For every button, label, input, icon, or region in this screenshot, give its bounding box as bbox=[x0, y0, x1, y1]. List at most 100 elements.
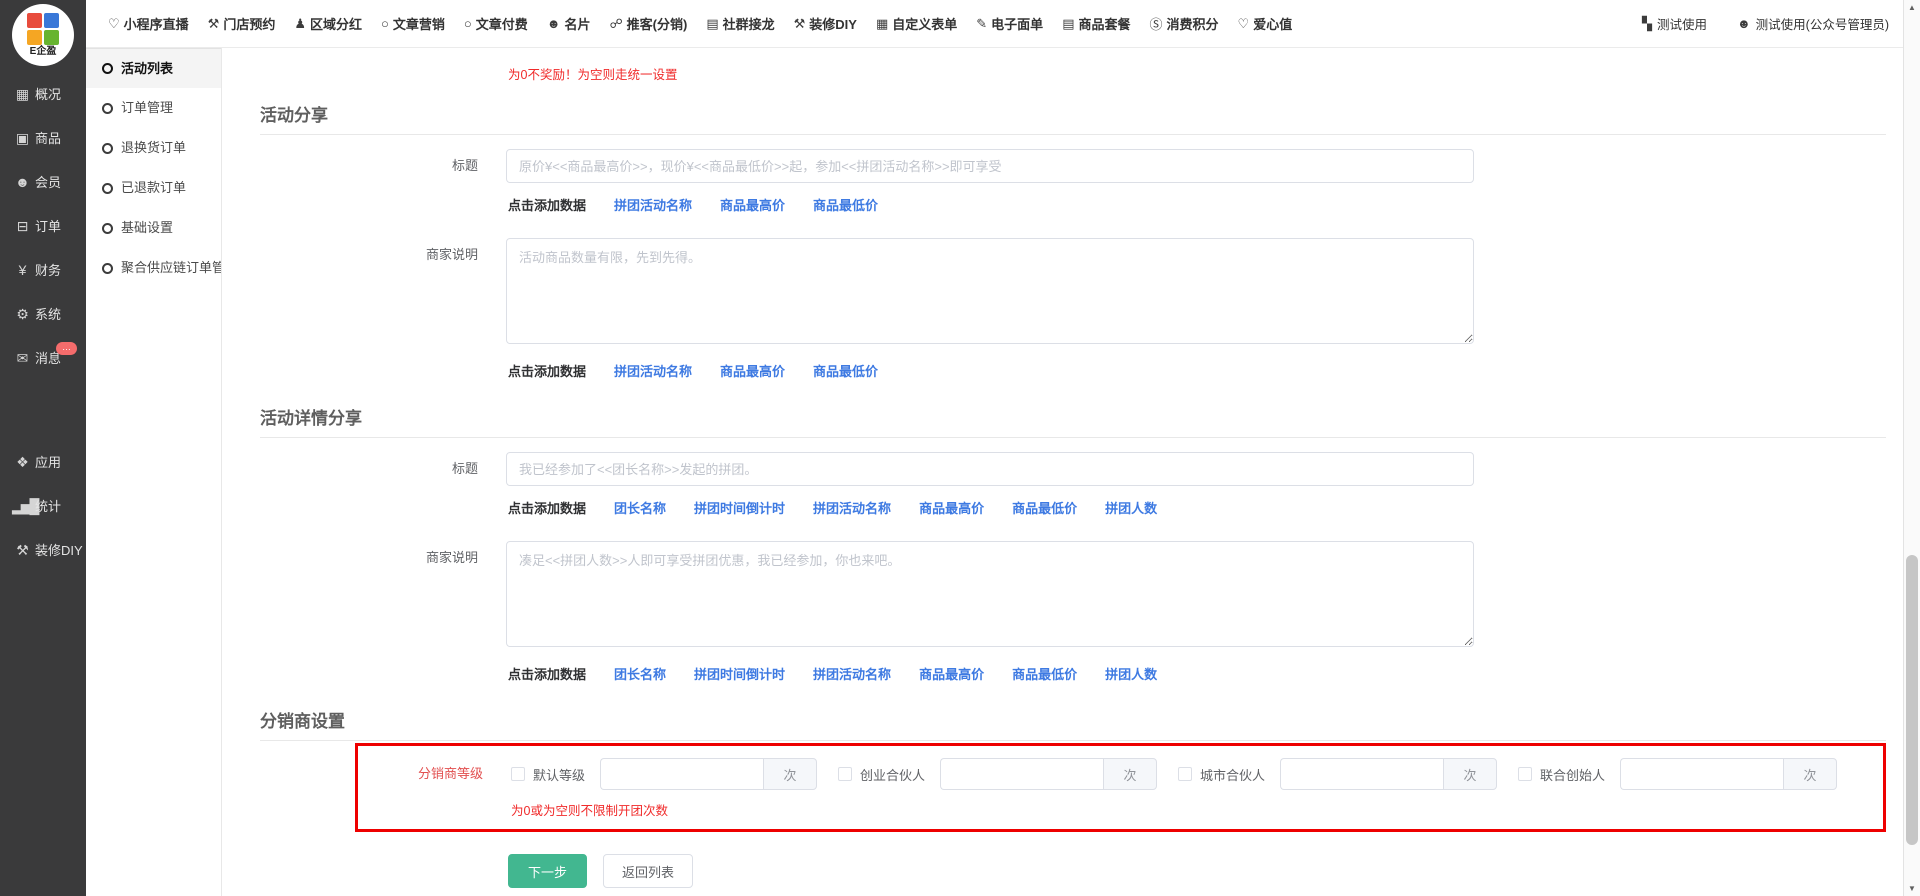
primary-sidebar: E企盈 ▦概况 ▣商品 ☻会员 ⊟订单 ¥财务 bbox=[0, 0, 86, 896]
data-token-link[interactable]: 拼团人数 bbox=[1105, 664, 1157, 683]
add-data-row: 点击添加数据 团长名称拼团时间倒计时拼团活动名称商品最高价商品最低价拼团人数 bbox=[508, 498, 1903, 517]
level-times-input[interactable] bbox=[1620, 758, 1783, 790]
top-nav-item[interactable]: ○文章营销 bbox=[381, 14, 445, 33]
primary-menu-label: 装修DIY bbox=[35, 543, 83, 558]
data-token-link[interactable]: 拼团时间倒计时 bbox=[694, 498, 785, 517]
level-times-input[interactable] bbox=[940, 758, 1103, 790]
header-account-label: 测试使用 bbox=[1657, 14, 1707, 33]
secondary-menu: 活动列表 订单管理 退换货订单 已退款订单 基础设置 聚合供应链订单管理 bbox=[86, 48, 221, 288]
top-nav-item[interactable]: Ⓢ消费积分 bbox=[1150, 14, 1219, 33]
top-nav-item[interactable]: ♡小程序直播 bbox=[108, 14, 189, 33]
brand-logo[interactable]: E企盈 bbox=[12, 4, 74, 66]
circle-icon bbox=[102, 223, 113, 234]
page-scrollbar[interactable]: ▲ ▼ bbox=[1903, 0, 1920, 896]
level-checkbox[interactable] bbox=[838, 767, 852, 781]
data-token-link[interactable]: 商品最低价 bbox=[813, 361, 878, 380]
level-label: 联合创始人 bbox=[1540, 765, 1605, 784]
section-title-distributor-settings: 分销商设置 bbox=[260, 707, 1886, 741]
level-times-input[interactable] bbox=[600, 758, 763, 790]
primary-menu-item[interactable]: ❖应用 bbox=[0, 440, 86, 484]
primary-menu-item[interactable]: ⚒装修DIY bbox=[0, 528, 86, 572]
data-token-link[interactable]: 拼团活动名称 bbox=[813, 664, 891, 683]
primary-menu-item[interactable]: ⊟订单 bbox=[0, 204, 86, 248]
data-token-link[interactable]: 商品最高价 bbox=[919, 664, 984, 683]
level-checkbox[interactable] bbox=[1178, 767, 1192, 781]
next-step-button[interactable]: 下一步 bbox=[508, 854, 587, 888]
level-checkbox[interactable] bbox=[511, 767, 525, 781]
top-nav: ♡小程序直播 ⚒门店预约 ♟区域分红 ○文章营销 ○文章付费 ☻名片 ☍推客(分… bbox=[108, 14, 1292, 33]
back-to-list-button[interactable]: 返回列表 bbox=[603, 854, 693, 888]
primary-menu-item[interactable]: ⚙系统 bbox=[0, 292, 86, 336]
primary-menu-item[interactable]: ¥财务 bbox=[0, 248, 86, 292]
top-nav-item[interactable]: ▦自定义表单 bbox=[876, 14, 957, 33]
top-nav-item[interactable]: ▤商品套餐 bbox=[1062, 14, 1130, 33]
data-token-link[interactable]: 商品最高价 bbox=[720, 195, 785, 214]
top-nav-item[interactable]: ▤社群接龙 bbox=[706, 14, 774, 33]
top-nav-item-label: 文章付费 bbox=[476, 14, 528, 33]
top-nav-item[interactable]: ☍推客(分销) bbox=[609, 14, 687, 33]
primary-menu-item[interactable]: ☻会员 bbox=[0, 160, 86, 204]
data-token-link[interactable]: 商品最高价 bbox=[919, 498, 984, 517]
top-nav-item-icon: ▤ bbox=[706, 16, 718, 32]
top-nav-item[interactable]: ⚒装修DIY bbox=[794, 14, 857, 33]
data-token-link[interactable]: 拼团人数 bbox=[1105, 498, 1157, 517]
scroll-down-arrow-icon[interactable]: ▼ bbox=[1904, 884, 1920, 893]
top-nav-item[interactable]: ☻名片 bbox=[547, 14, 591, 33]
secondary-menu-item[interactable]: 活动列表 bbox=[86, 48, 221, 88]
top-nav-item-icon: ⚒ bbox=[794, 16, 806, 32]
scrollbar-thumb[interactable] bbox=[1906, 555, 1918, 845]
level-checkbox[interactable] bbox=[1518, 767, 1532, 781]
top-nav-item-label: 自定义表单 bbox=[892, 14, 957, 33]
top-nav-item[interactable]: ✎电子面单 bbox=[976, 14, 1043, 33]
primary-menu-icon: ⊟ bbox=[12, 204, 31, 248]
times-unit-addon: 次 bbox=[1443, 758, 1497, 790]
data-token-link[interactable]: 拼团活动名称 bbox=[614, 361, 692, 380]
add-data-label: 点击添加数据 bbox=[508, 361, 586, 380]
data-token-link[interactable]: 商品最低价 bbox=[1012, 664, 1077, 683]
data-token-links: 团长名称 拼团时间倒计时 拼团活动名称 商品最高价 商品最低价 拼团人数 bbox=[614, 664, 1157, 683]
secondary-menu-item[interactable]: 订单管理 bbox=[86, 88, 221, 128]
secondary-menu-item[interactable]: 已退款订单 bbox=[86, 168, 221, 208]
top-nav-item[interactable]: ⚒门店预约 bbox=[208, 14, 276, 33]
scroll-up-arrow-icon[interactable]: ▲ bbox=[1904, 3, 1920, 12]
detail-title-input[interactable] bbox=[506, 452, 1474, 486]
validation-note-times: 为0或为空则不限制开团次数 bbox=[511, 800, 1883, 819]
top-nav-item-label: 区域分红 bbox=[310, 14, 362, 33]
secondary-menu-item[interactable]: 退换货订单 bbox=[86, 128, 221, 168]
circle-icon bbox=[102, 183, 113, 194]
data-token-link[interactable]: 商品最低价 bbox=[813, 195, 878, 214]
data-token-link[interactable]: 商品最高价 bbox=[720, 361, 785, 380]
primary-menu-label: 系统 bbox=[35, 307, 61, 322]
primary-menu-item[interactable]: ▦概况 bbox=[0, 72, 86, 116]
share-desc-textarea[interactable] bbox=[506, 238, 1474, 344]
share-title-input[interactable] bbox=[506, 149, 1474, 183]
desc-field-label: 商家说明 bbox=[260, 541, 506, 650]
data-token-link[interactable]: 拼团活动名称 bbox=[614, 195, 692, 214]
secondary-menu-item[interactable]: 基础设置 bbox=[86, 208, 221, 248]
error-highlight-box: 分销商等级 默认等级 次 创业合伙人 bbox=[355, 743, 1886, 832]
top-nav-item-icon: ▤ bbox=[1062, 16, 1074, 32]
primary-menu-item[interactable]: ▂▅█统计 bbox=[0, 484, 86, 528]
top-nav-item-icon: ☍ bbox=[609, 16, 622, 32]
secondary-menu-label: 已退款订单 bbox=[121, 168, 186, 208]
secondary-menu-item[interactable]: 聚合供应链订单管理 bbox=[86, 248, 221, 288]
top-nav-item[interactable]: ○文章付费 bbox=[464, 14, 528, 33]
primary-menu-item[interactable]: ▣商品 bbox=[0, 116, 86, 160]
times-unit-addon: 次 bbox=[1783, 758, 1837, 790]
data-token-link[interactable]: 拼团活动名称 bbox=[813, 498, 891, 517]
primary-menu-icon: ❖ bbox=[12, 440, 31, 484]
primary-menu-icon: ☻ bbox=[12, 160, 31, 204]
data-token-link[interactable]: 团长名称 bbox=[614, 664, 666, 683]
data-token-link[interactable]: 团长名称 bbox=[614, 498, 666, 517]
top-nav-item[interactable]: ♟区域分红 bbox=[294, 14, 362, 33]
header-account-item[interactable]: ☻测试使用(公众号管理员) bbox=[1737, 14, 1889, 33]
level-times-input[interactable] bbox=[1280, 758, 1443, 790]
data-token-link[interactable]: 商品最低价 bbox=[1012, 498, 1077, 517]
circle-icon bbox=[102, 143, 113, 154]
top-nav-item[interactable]: ♡爱心值 bbox=[1238, 14, 1293, 33]
header-account-item[interactable]: ▚测试使用 bbox=[1642, 14, 1707, 33]
top-nav-item-label: 门店预约 bbox=[223, 14, 275, 33]
detail-desc-textarea[interactable] bbox=[506, 541, 1474, 647]
primary-menu-item[interactable]: ✉消息 … bbox=[0, 336, 86, 380]
data-token-link[interactable]: 拼团时间倒计时 bbox=[694, 664, 785, 683]
